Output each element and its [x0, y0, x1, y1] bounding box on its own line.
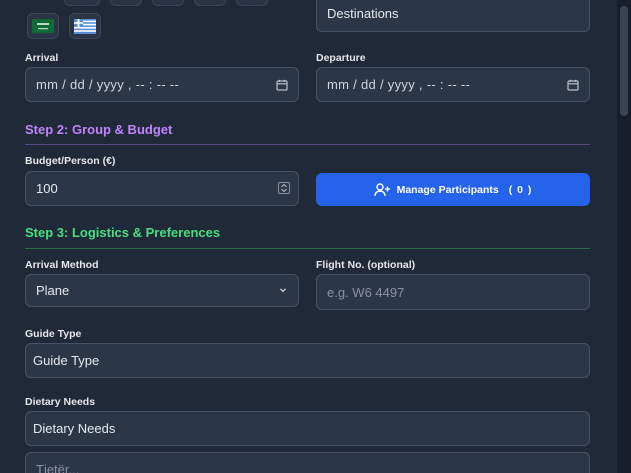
- arrival-method-label: Arrival Method: [25, 259, 99, 271]
- flag-button-partial[interactable]: [110, 0, 142, 6]
- step-2-divider: [25, 144, 590, 145]
- arrival-label: Arrival: [25, 52, 59, 64]
- calendar-icon[interactable]: [276, 79, 288, 91]
- other-input-placeholder: Tjetër...: [36, 462, 80, 473]
- scrollbar[interactable]: [617, 0, 631, 473]
- manage-participants-label: Manage Participants: [396, 183, 499, 196]
- step-2-heading: Step 2: Group & Budget: [25, 122, 173, 137]
- flight-number-label: Flight No. (optional): [316, 259, 416, 271]
- other-input[interactable]: Tjetër...: [25, 452, 590, 473]
- arrival-method-select[interactable]: Plane: [25, 274, 299, 307]
- guide-type-input[interactable]: Guide Type: [25, 343, 590, 378]
- budget-value: 100: [36, 181, 58, 196]
- language-button-ar[interactable]: [27, 13, 59, 39]
- destinations-value: Destinations: [327, 5, 399, 21]
- flight-number-input[interactable]: e.g. W6 4497: [316, 274, 590, 310]
- step-3-heading: Step 3: Logistics & Preferences: [25, 225, 221, 240]
- guide-type-label: Guide Type: [25, 328, 82, 340]
- departure-datetime-input[interactable]: mm / dd / yyyy , -- : -- --: [316, 67, 590, 102]
- destinations-input[interactable]: Destinations: [316, 0, 590, 32]
- chevron-down-icon: [280, 288, 286, 293]
- flag-button-partial[interactable]: [236, 0, 268, 6]
- departure-datetime-value: mm / dd / yyyy , -- : -- --: [327, 77, 471, 92]
- trip-form-panel: Destinations Arrival mm / dd / yyyy , --…: [0, 0, 617, 473]
- departure-label: Departure: [316, 52, 366, 64]
- manage-participants-button[interactable]: Manage Participants ( 0 ): [316, 173, 590, 206]
- flag-button-partial[interactable]: [194, 0, 226, 6]
- guide-type-value: Guide Type: [33, 353, 100, 368]
- dietary-needs-label: Dietary Needs: [25, 396, 96, 408]
- arrival-datetime-value: mm / dd / yyyy , -- : -- --: [36, 77, 180, 92]
- arrival-method-value: Plane: [36, 283, 70, 298]
- language-button-el[interactable]: [69, 13, 101, 39]
- greece-flag-icon: [74, 18, 96, 34]
- dietary-needs-value: Dietary Needs: [33, 421, 116, 436]
- stepper-arrows-icon: [281, 183, 287, 193]
- dietary-needs-input[interactable]: Dietary Needs: [25, 411, 590, 446]
- budget-label: Budget/Person (€): [25, 155, 116, 167]
- add-user-icon: [373, 182, 390, 196]
- number-stepper[interactable]: [278, 182, 290, 194]
- flag-button-partial[interactable]: [152, 0, 184, 6]
- flag-button-partial[interactable]: [64, 0, 100, 6]
- participants-count: ( 0 ): [508, 183, 533, 196]
- flight-number-placeholder: e.g. W6 4497: [327, 284, 405, 300]
- calendar-icon[interactable]: [567, 79, 579, 91]
- arrival-datetime-input[interactable]: mm / dd / yyyy , -- : -- --: [25, 67, 299, 102]
- saudi-arabia-flag-icon: [32, 19, 54, 33]
- budget-input[interactable]: 100: [25, 171, 299, 206]
- step-3-divider: [25, 248, 590, 249]
- scrollbar-thumb[interactable]: [620, 6, 628, 116]
